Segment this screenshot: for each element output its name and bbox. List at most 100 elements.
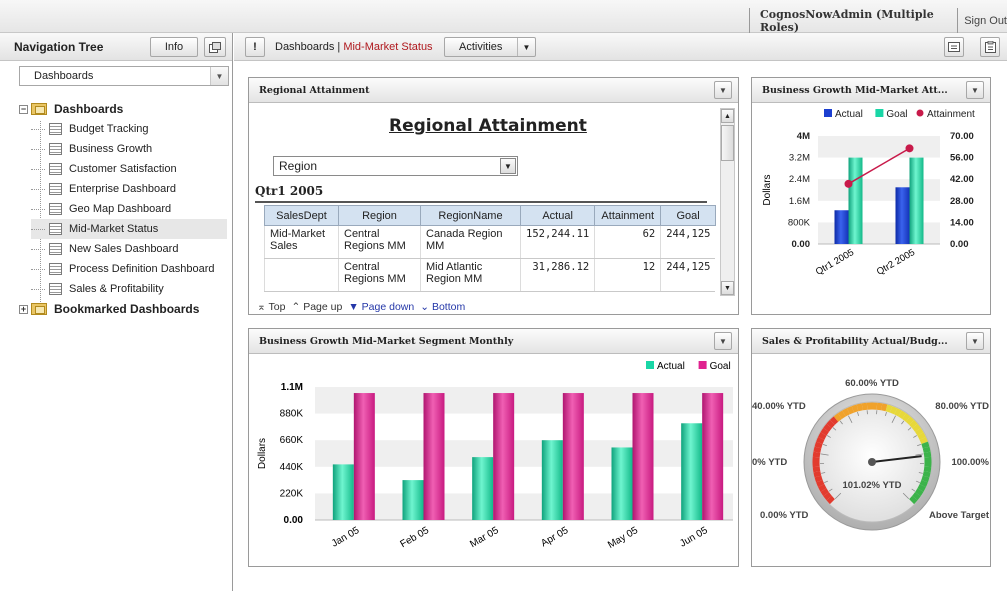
report-paging: ⌅ Top ⌃ Page up ▼ Page down ⌄ Bottom — [257, 301, 465, 313]
tree-item-label: Mid-Market Status — [69, 223, 159, 235]
gauge-band — [826, 495, 835, 505]
gauge-band — [889, 406, 898, 415]
gauge-band — [823, 423, 832, 432]
legend-swatch — [824, 109, 832, 117]
scroll-up-icon[interactable]: ▲ — [721, 109, 734, 123]
tree-item[interactable]: New Sales Dashboard — [31, 239, 227, 259]
gauge-band — [823, 492, 832, 501]
chevron-down-icon[interactable]: ▼ — [500, 158, 516, 174]
scroll-down-icon[interactable]: ▼ — [721, 281, 734, 295]
report-title: Regional Attainment — [389, 116, 587, 136]
new-window-button[interactable] — [204, 37, 226, 57]
x-tick-label: May 05 — [606, 525, 640, 551]
tree-item[interactable]: Customer Satisfaction — [31, 159, 227, 179]
bar-goal — [702, 393, 724, 520]
tree-item-label: Process Definition Dashboard — [69, 263, 215, 275]
gauge-band — [881, 403, 888, 412]
tree-item[interactable]: Budget Tracking — [31, 119, 227, 139]
tree-connector — [31, 128, 45, 130]
bar-goal — [848, 157, 863, 244]
folder-icon — [31, 103, 47, 115]
page-bottom-link[interactable]: ⌄ Bottom — [420, 301, 465, 313]
chevron-down-icon[interactable]: ▼ — [210, 67, 228, 85]
tree-node-dashboards[interactable]: − Dashboards — [19, 99, 123, 119]
column-header[interactable]: Region — [338, 205, 421, 226]
sales-profitability-portlet: Sales & Profitability Actual/Budg... ▼ 1… — [751, 328, 991, 567]
tree-item[interactable]: Mid-Market Status — [31, 219, 227, 239]
gauge-scale-label: 0.00% YTD — [760, 510, 809, 521]
y-tick-label: 2.4M — [789, 174, 810, 185]
column-header[interactable]: RegionName — [420, 205, 521, 226]
collapse-icon[interactable]: − — [19, 104, 28, 114]
portlet-menu-button[interactable]: ▼ — [966, 81, 984, 99]
y2-tick-label: 0.00 — [950, 239, 969, 250]
tree-node-bookmarked[interactable]: + Bookmarked Dashboards — [19, 299, 199, 319]
portlet-menu-button[interactable]: ▼ — [714, 332, 732, 350]
tree-item[interactable]: Sales & Profitability — [31, 279, 227, 299]
tree-connector — [31, 208, 45, 210]
gauge-scale-label: 60.00% YTD — [845, 378, 899, 389]
chevron-down-icon[interactable]: ▼ — [517, 38, 535, 56]
column-header[interactable]: Attainment — [594, 205, 662, 226]
gauge-scale-label: 0% YTD — [752, 457, 787, 468]
dashboard-type-value: Dashboards — [34, 70, 94, 82]
tree-item[interactable]: Geo Map Dashboard — [31, 199, 227, 219]
bar-goal — [562, 393, 584, 520]
y-tick-label: 660K — [280, 435, 304, 446]
gauge-band — [902, 413, 911, 422]
column-header[interactable]: Actual — [519, 205, 596, 226]
bar-actual — [681, 423, 703, 520]
legend-label: Goal — [710, 361, 731, 372]
tree-connector — [31, 268, 45, 270]
gauge-band — [922, 446, 931, 453]
dashboard-type-select[interactable]: Dashboards ▼ — [19, 66, 229, 86]
dashboard-icon — [49, 163, 62, 175]
attainment-table: SalesDept Region RegionName Actual Attainmen… — [264, 205, 716, 292]
bar-goal — [909, 157, 924, 244]
portlet-menu-button[interactable]: ▼ — [714, 81, 732, 99]
table-cell: 152,244.11 — [519, 225, 595, 259]
gauge-band — [816, 479, 825, 488]
x-tick-label: Qtr2 2005 — [875, 247, 917, 278]
portlet-header: Business Growth Mid-Market Segment Month… — [249, 329, 738, 354]
scroll-thumb[interactable] — [721, 125, 734, 161]
table-cell: 12 — [594, 258, 661, 292]
gauge-band — [919, 479, 928, 488]
gauge-band — [912, 492, 921, 501]
gauge-band — [876, 402, 883, 411]
info-button[interactable]: Info — [150, 37, 198, 57]
alert-button[interactable]: ! — [245, 37, 265, 57]
tree-item[interactable]: Process Definition Dashboard — [31, 259, 227, 279]
activities-button[interactable]: Activities ▼ — [444, 37, 536, 57]
export-button[interactable] — [944, 37, 964, 57]
dashboard-toolbar: ! Dashboards | Mid-Market Status Activit… — [234, 33, 1007, 61]
page-down-link[interactable]: ▼ Page down — [348, 301, 414, 313]
tree-item[interactable]: Enterprise Dashboard — [31, 179, 227, 199]
bar-actual — [895, 187, 910, 244]
region-select-value: Region — [279, 159, 318, 173]
gauge-band — [923, 466, 932, 473]
tree-item-label: Geo Map Dashboard — [69, 203, 172, 215]
gauge-band — [921, 475, 930, 483]
y-tick-label: 880K — [280, 409, 304, 420]
tree-node-label: Dashboards — [54, 102, 124, 116]
vertical-scrollbar[interactable]: ▲ ▼ — [720, 108, 735, 296]
tree-item[interactable]: Business Growth — [31, 139, 227, 159]
gauge-scale-label: 80.00% YTD — [935, 401, 989, 412]
page-up-link[interactable]: ⌃ Page up — [291, 301, 342, 313]
region-select[interactable]: Region ▼ — [273, 156, 518, 176]
print-button[interactable] — [980, 37, 1000, 57]
user-box: CognosNowAdmin (Multiple Roles) Sign Out — [749, 8, 1007, 34]
breadcrumb-parent[interactable]: Dashboards — [275, 41, 334, 53]
column-header[interactable]: Goal — [660, 205, 716, 226]
portlet-menu-button[interactable]: ▼ — [966, 332, 984, 350]
expand-icon[interactable]: + — [19, 304, 28, 314]
legend-swatch — [916, 109, 924, 117]
gauge-band — [917, 432, 926, 440]
report-period: Qtr1 2005 — [255, 184, 324, 198]
column-header[interactable]: SalesDept — [264, 205, 339, 226]
page-top-link[interactable]: ⌅ Top — [257, 301, 285, 313]
table-cell: Canada Region MM — [420, 225, 521, 259]
portlet-header: Sales & Profitability Actual/Budg... ▼ — [752, 329, 990, 354]
sign-out-link[interactable]: Sign Out — [958, 15, 1007, 27]
